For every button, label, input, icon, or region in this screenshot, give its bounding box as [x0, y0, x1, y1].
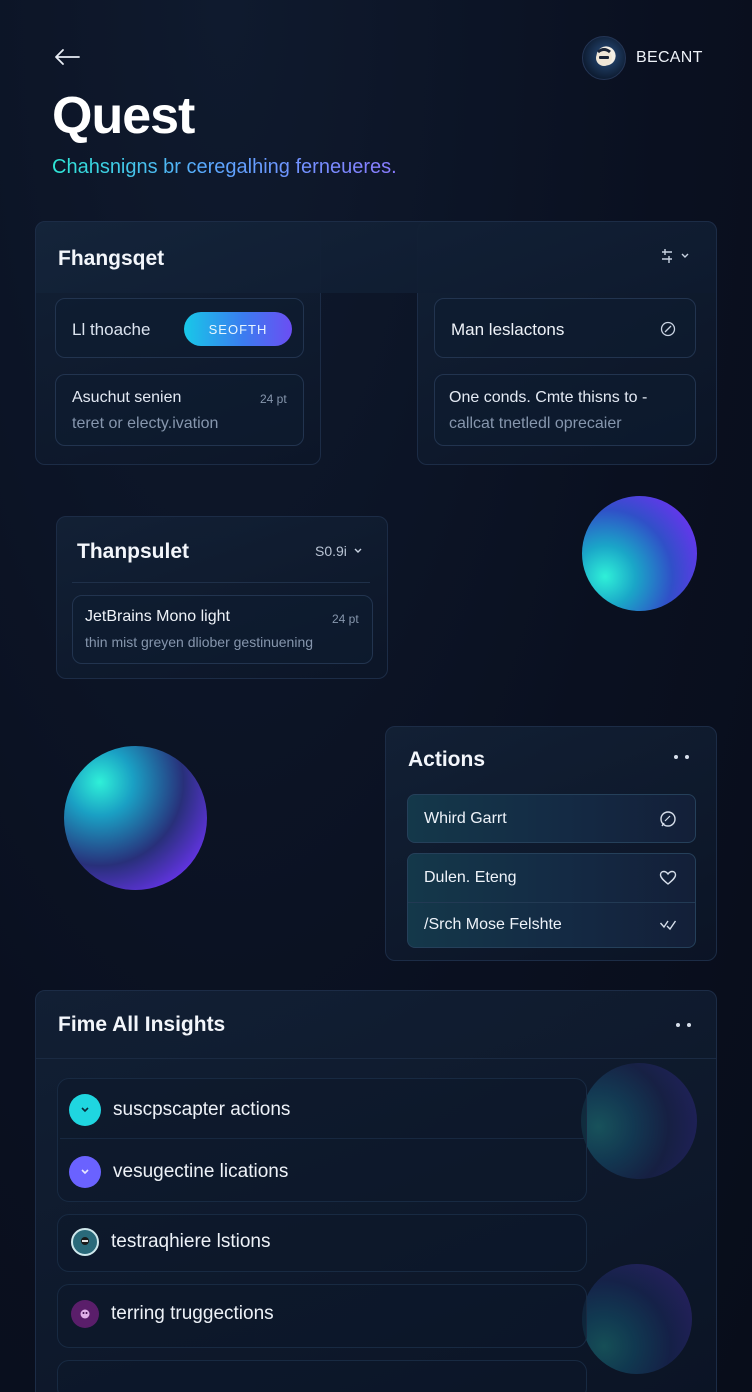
chevron-down-icon [69, 1156, 101, 1188]
chevron-down-icon [69, 1094, 101, 1126]
insight-label: testraqhiere lstions [111, 1231, 271, 1252]
insight-group [57, 1360, 587, 1392]
page-title: Quest [52, 87, 195, 145]
insight-item[interactable]: vesugectine lications [69, 1156, 288, 1188]
insight-label: suscpscapter actions [113, 1099, 291, 1120]
action-row[interactable]: /Srch Mose Felshte [408, 903, 695, 947]
left-description-text: teret or electy.ivation [72, 415, 219, 432]
divider [72, 582, 370, 583]
action-item-label: Whird Garrt [424, 809, 507, 827]
insights-card-title: Fime All Insights [58, 1013, 226, 1036]
insights-more-button[interactable] [676, 1023, 691, 1027]
actions-card-title: Actions [408, 748, 486, 771]
typography-value-select[interactable]: S0.9i [315, 543, 363, 559]
font-name: JetBrains Mono light [85, 608, 230, 625]
chevron-down-icon [681, 253, 689, 258]
actions-more-button[interactable] [674, 755, 689, 759]
left-description-field[interactable]: Asuchut senien 24 pt teret or electy.iva… [55, 374, 304, 446]
heart-icon [659, 870, 677, 885]
sliders-icon [662, 249, 672, 263]
action-item[interactable]: Whird Garrt [407, 794, 696, 843]
chat-icon [660, 810, 676, 827]
arrow-left-icon [55, 49, 80, 65]
action-item-label: /Srch Mose Felshte [424, 916, 562, 933]
action-row[interactable]: Dulen. Eteng [408, 854, 695, 903]
right-description-text: callcat tnetledl oprecaier [449, 415, 622, 432]
right-description-title: One conds. Cmte thisns to - [449, 389, 648, 406]
avatar [582, 36, 626, 80]
avatar-icon [71, 1300, 99, 1328]
page-subtitle: Chahsnigns br ceregalhing ferneueres. [52, 156, 397, 178]
right-description-field[interactable]: One conds. Cmte thisns to - callcat tnet… [434, 374, 696, 446]
insight-item[interactable]: terring truggections [71, 1300, 274, 1328]
profile-name: BECANT [636, 49, 703, 66]
right-input-label: Man leslactons [451, 320, 565, 339]
profile-menu[interactable]: BECANT [582, 36, 703, 80]
typography-value: S0.9i [315, 543, 347, 559]
check-icon [659, 920, 677, 931]
more-dot [674, 755, 678, 759]
left-description-size: 24 pt [260, 392, 287, 406]
more-dot [676, 1023, 680, 1027]
more-dot [685, 755, 689, 759]
insight-label: vesugectine lications [113, 1161, 289, 1182]
gradient-orb [582, 496, 697, 611]
action-item[interactable]: Dulen. Eteng /Srch Mose Felshte [407, 853, 696, 948]
avatar-face-icon [596, 48, 612, 66]
settings-card-menu[interactable] [660, 248, 690, 264]
more-dot [687, 1023, 691, 1027]
font-size: 24 pt [332, 612, 359, 626]
divider [60, 1138, 584, 1139]
gradient-orb [64, 746, 207, 890]
insight-label: terring truggections [111, 1303, 274, 1324]
right-input-field[interactable]: Man leslactons [434, 298, 696, 358]
insight-item[interactable]: suscpscapter actions [69, 1094, 290, 1126]
left-input-field[interactable]: Ll thoache SEOFTH [55, 298, 304, 358]
left-description-title: Asuchut senien [72, 389, 182, 406]
chevron-down-icon [354, 548, 362, 553]
search-icon[interactable] [660, 321, 676, 337]
font-description: thin mist greyen dliober gestinuening [85, 634, 314, 650]
settings-card-title: Fhangsqet [58, 247, 165, 270]
action-item-label: Dulen. Eteng [424, 869, 517, 886]
typography-card-title: Thanpsulet [77, 540, 190, 563]
insight-item[interactable]: testraqhiere lstions [71, 1228, 270, 1256]
divider [36, 1058, 716, 1059]
font-preview-field[interactable]: JetBrains Mono light 24 pt thin mist gre… [72, 595, 373, 664]
back-button[interactable] [50, 40, 84, 74]
left-input-label: Ll thoache [72, 320, 151, 339]
search-button[interactable]: SEOFTH [184, 312, 292, 346]
avatar-icon [71, 1228, 99, 1256]
